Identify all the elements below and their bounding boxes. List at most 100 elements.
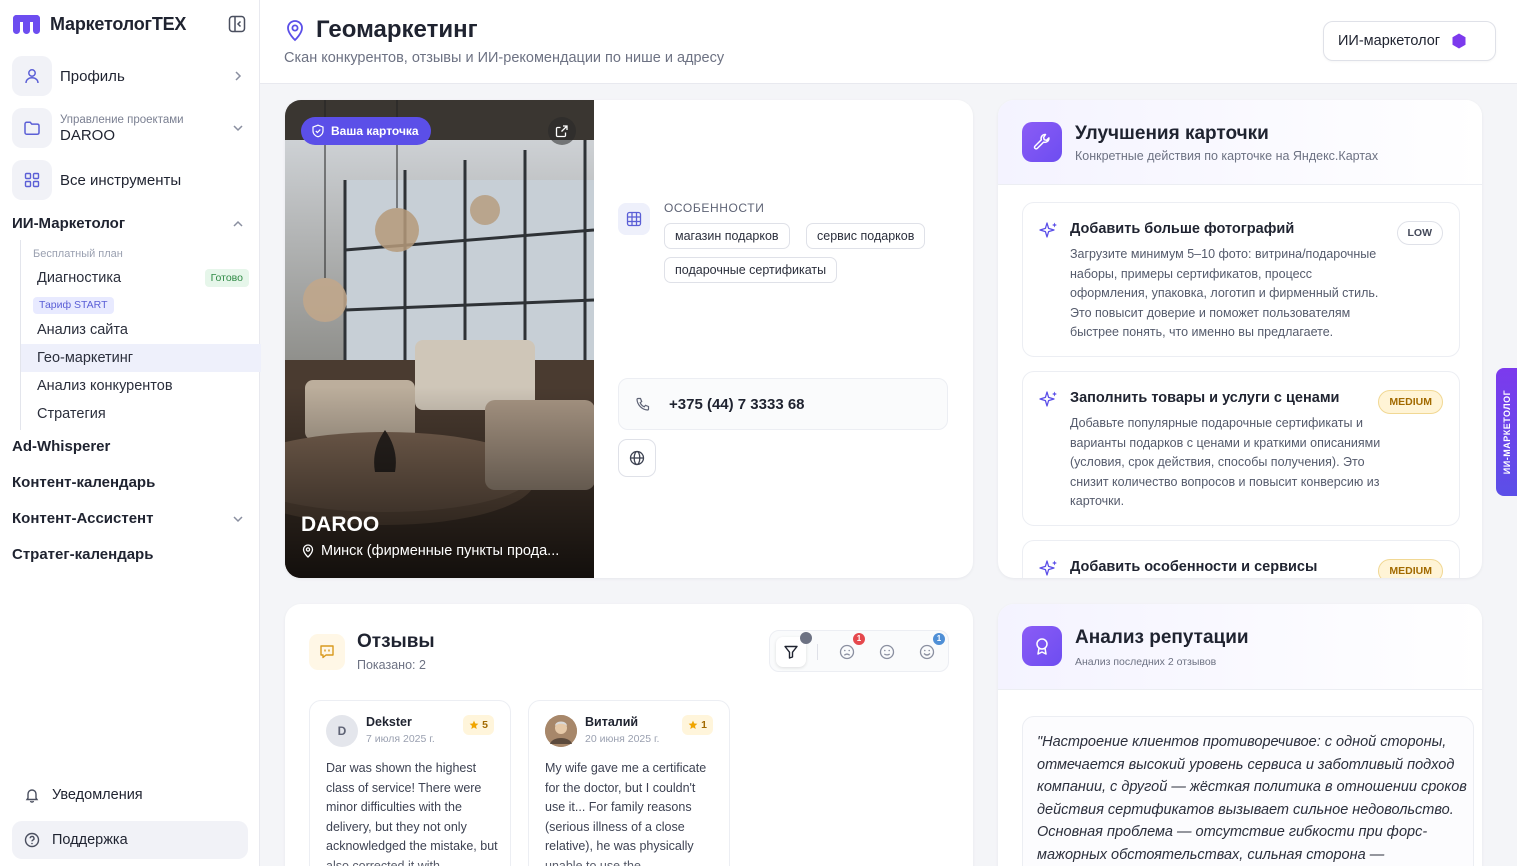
avatar: D <box>326 715 358 747</box>
reviews-card: Отзывы Показано: 2 1 1 D Dekster 7 июля … <box>285 604 973 866</box>
side-tab-label: ИИ-МАРКЕТОЛОГ <box>1501 389 1512 475</box>
ai-marketer-side-tab[interactable]: ИИ-МАРКЕТОЛОГ <box>1496 368 1517 496</box>
business-photo: Ваша карточка DAROO Минск (фирменные пун… <box>285 100 594 578</box>
nav-profile-label: Профиль <box>60 67 125 85</box>
rating-value: 1 <box>701 719 707 731</box>
business-card: Ваша карточка DAROO Минск (фирменные пун… <box>285 100 973 578</box>
sparkle-icon <box>1039 222 1057 238</box>
section-content-calendar[interactable]: Контент-календарь <box>12 474 248 491</box>
open-external-button[interactable] <box>548 117 576 145</box>
project-name: DAROO <box>60 126 116 144</box>
nav-profile[interactable]: Профиль <box>12 56 248 96</box>
ai-marketer-button-label: ИИ-маркетолог <box>1338 33 1441 49</box>
section-ad-whisperer[interactable]: Ad-Whisperer <box>12 438 248 455</box>
phone-number: +375 (44) 7 3333 68 <box>669 395 805 413</box>
recommendation-title: Заполнить товары и услуги с ценами <box>1070 390 1340 406</box>
recommendation-title: Добавить больше фотографий <box>1070 221 1295 237</box>
section-strategy-calendar-label: Стратег-календарь <box>12 546 154 563</box>
sidebar-item-label: Гео-маркетинг <box>37 350 134 366</box>
neutral-face-icon <box>879 644 895 660</box>
user-icon <box>25 69 39 84</box>
positive-count-badge: 1 <box>933 633 945 645</box>
your-card-badge-label: Ваша карточка <box>331 124 419 138</box>
chevron-right-icon <box>235 71 242 81</box>
wrench-icon-box <box>1022 122 1062 162</box>
ai-marketer-subtree: Бесплатный план Диагностика Готово Тариф… <box>20 240 261 430</box>
shield-check-icon <box>312 124 324 138</box>
reviews-title: Отзывы <box>357 631 435 652</box>
reviews-count: Показано: 2 <box>357 658 426 672</box>
support-button[interactable]: Поддержка <box>12 821 248 859</box>
page-title: Геомаркетинг <box>316 16 478 43</box>
feature-chip: магазин подарков <box>664 223 790 249</box>
sidebar-item-strategy[interactable]: Стратегия <box>21 400 261 428</box>
section-ad-whisperer-label: Ad-Whisperer <box>12 438 111 455</box>
filter-neutral-button[interactable] <box>872 637 902 667</box>
your-card-badge: Ваша карточка <box>301 117 431 145</box>
free-plan-label: Бесплатный план <box>33 248 123 260</box>
section-content-assistant-label: Контент-Ассистент <box>12 510 154 527</box>
page-header: Геомаркетинг Скан конкурентов, отзывы и … <box>260 0 1517 84</box>
sparkle-icon <box>1039 560 1057 576</box>
section-ai-marketer[interactable]: ИИ-Маркетолог <box>12 215 248 232</box>
brand-logo-icon <box>13 15 40 34</box>
chevron-down-icon <box>233 125 243 132</box>
improvements-header: Улучшения карточки Конкретные действия п… <box>998 100 1482 185</box>
brand-name: МаркетологТЕХ <box>50 13 187 34</box>
collapse-sidebar-icon[interactable] <box>228 15 246 33</box>
review-text: My wife gave me a certificate for the do… <box>545 761 707 866</box>
recommendation-item[interactable]: Добавить особенности и сервисы MEDIUM <box>1022 540 1460 578</box>
map-pin-icon <box>302 544 314 558</box>
reputation-summary-box: "Настроение клиентов противоречивое: с о… <box>1022 716 1474 866</box>
reviews-icon-box <box>309 634 345 670</box>
status-badge-ready: Готово <box>204 269 249 287</box>
nav-project-management[interactable]: Управление проектами DAROO <box>12 107 248 149</box>
negative-count-badge: 1 <box>853 633 865 645</box>
review-item[interactable]: Виталий 20 июня 2025 г. 1 My wife gave m… <box>528 700 730 866</box>
section-strategy-calendar[interactable]: Стратег-календарь <box>12 546 248 563</box>
cafe-interior-image <box>285 100 594 578</box>
review-item[interactable]: D Dekster 7 июля 2025 г. 5 Dar was shown… <box>309 700 511 866</box>
notifications-button[interactable]: Уведомления <box>12 776 248 814</box>
recommendation-item[interactable]: Добавить больше фотографий LOW Загрузите… <box>1022 202 1460 357</box>
avatar-photo <box>545 715 577 747</box>
chevron-down-icon <box>233 515 243 522</box>
feature-chip: подарочные сертификаты <box>664 257 838 283</box>
sidebar-item-diagnostics[interactable]: Диагностика Готово <box>21 264 261 292</box>
award-icon-box <box>1022 626 1062 666</box>
avatar <box>545 715 577 747</box>
priority-badge: MEDIUM <box>1378 559 1443 578</box>
feature-chip: сервис подарков <box>806 223 926 249</box>
business-address-text: Минск (фирменные пункты прода... <box>321 543 560 559</box>
sidebar-item-label: Диагностика <box>37 270 122 286</box>
brand[interactable]: МаркетологТЕХ <box>12 12 186 36</box>
phone-row[interactable]: +375 (44) 7 3333 68 <box>618 378 948 430</box>
award-icon <box>1036 638 1048 655</box>
section-content-calendar-label: Контент-календарь <box>12 474 156 491</box>
reputation-card: Анализ репутации Анализ последних 2 отзы… <box>998 604 1482 866</box>
recommendation-body: Добавьте популярные подарочные сертифика… <box>1070 416 1381 508</box>
reputation-summary-text: "Настроение клиентов противоречивое: с о… <box>1037 734 1467 863</box>
notifications-label: Уведомления <box>52 787 143 803</box>
phone-icon <box>636 397 650 411</box>
review-date: 7 июля 2025 г. <box>366 733 435 745</box>
sidebar-item-competitor-analysis[interactable]: Анализ конкурентов <box>21 372 261 400</box>
review-date: 20 июня 2025 г. <box>585 733 660 745</box>
happy-face-icon <box>919 644 935 660</box>
sidebar-item-geo-marketing[interactable]: Гео-маркетинг <box>21 344 261 372</box>
review-author: Виталий <box>585 715 639 729</box>
section-content-assistant[interactable]: Контент-Ассистент <box>12 510 248 527</box>
priority-badge: MEDIUM <box>1378 390 1443 414</box>
sidebar-item-site-analysis[interactable]: Анализ сайта <box>21 316 261 344</box>
ai-marketer-button[interactable]: ИИ-маркетолог <box>1323 21 1496 61</box>
help-circle-icon <box>24 832 40 848</box>
improvements-subtitle: Конкретные действия по карточке на Яндек… <box>1075 149 1379 163</box>
project-sublabel: Управление проектами <box>60 113 184 126</box>
website-button[interactable] <box>618 439 656 477</box>
message-icon <box>320 645 334 659</box>
recommendation-item[interactable]: Заполнить товары и услуги с ценами MEDIU… <box>1022 371 1460 526</box>
review-text: Dar was shown the highest class of servi… <box>326 761 498 866</box>
reputation-title: Анализ репутации <box>1075 627 1249 648</box>
review-author: Dekster <box>366 715 412 729</box>
nav-all-tools[interactable]: Все инструменты <box>12 160 248 200</box>
